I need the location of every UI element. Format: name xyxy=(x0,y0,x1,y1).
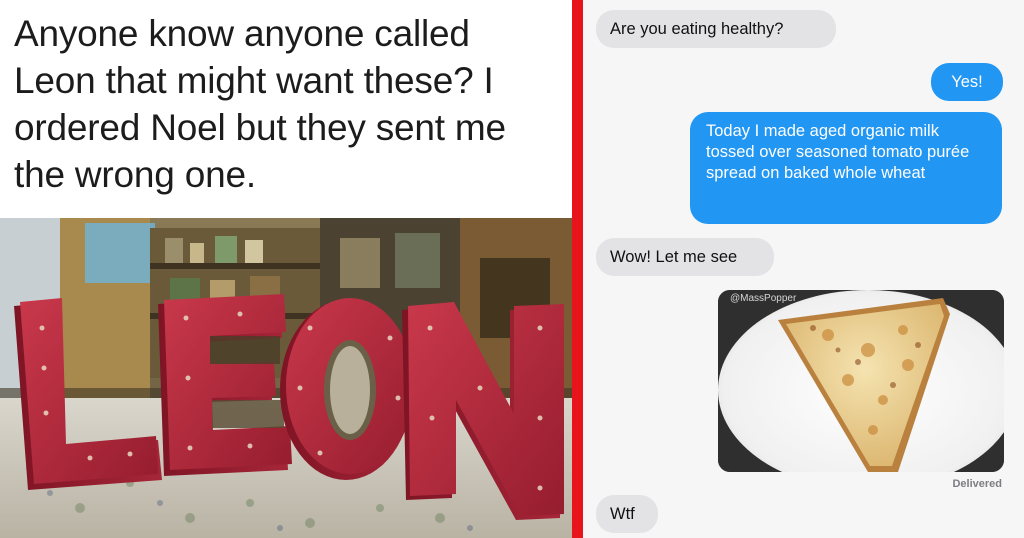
message-incoming: Wtf xyxy=(596,495,658,533)
pizza-photo-message[interactable]: @MassPopper xyxy=(718,290,1004,472)
message-incoming: Wow! Let me see xyxy=(596,238,774,276)
meme-caption: Anyone know anyone called Leon that migh… xyxy=(14,10,564,198)
pizza-image xyxy=(718,290,1004,472)
shop-scene xyxy=(0,218,572,538)
caption-line: Anyone know anyone called xyxy=(14,13,470,54)
chat-panel: Are you eating healthy? Yes! Today I mad… xyxy=(583,0,1024,538)
message-incoming: Are you eating healthy? xyxy=(596,10,836,48)
left-panel: Anyone know anyone called Leon that migh… xyxy=(0,0,572,538)
delivered-status: Delivered xyxy=(952,478,1002,490)
caption-line: the wrong one. xyxy=(14,154,256,195)
caption-line: Leon that might want these? I xyxy=(14,60,494,101)
caption-line: ordered Noel but they sent me xyxy=(14,107,506,148)
image-watermark: @MassPopper xyxy=(730,293,797,304)
message-outgoing: Yes! xyxy=(931,63,1003,101)
divider-bar xyxy=(572,0,583,538)
leon-letters-photo xyxy=(0,218,572,538)
message-outgoing: Today I made aged organic milk tossed ov… xyxy=(690,112,1002,224)
letter-e xyxy=(158,294,292,476)
